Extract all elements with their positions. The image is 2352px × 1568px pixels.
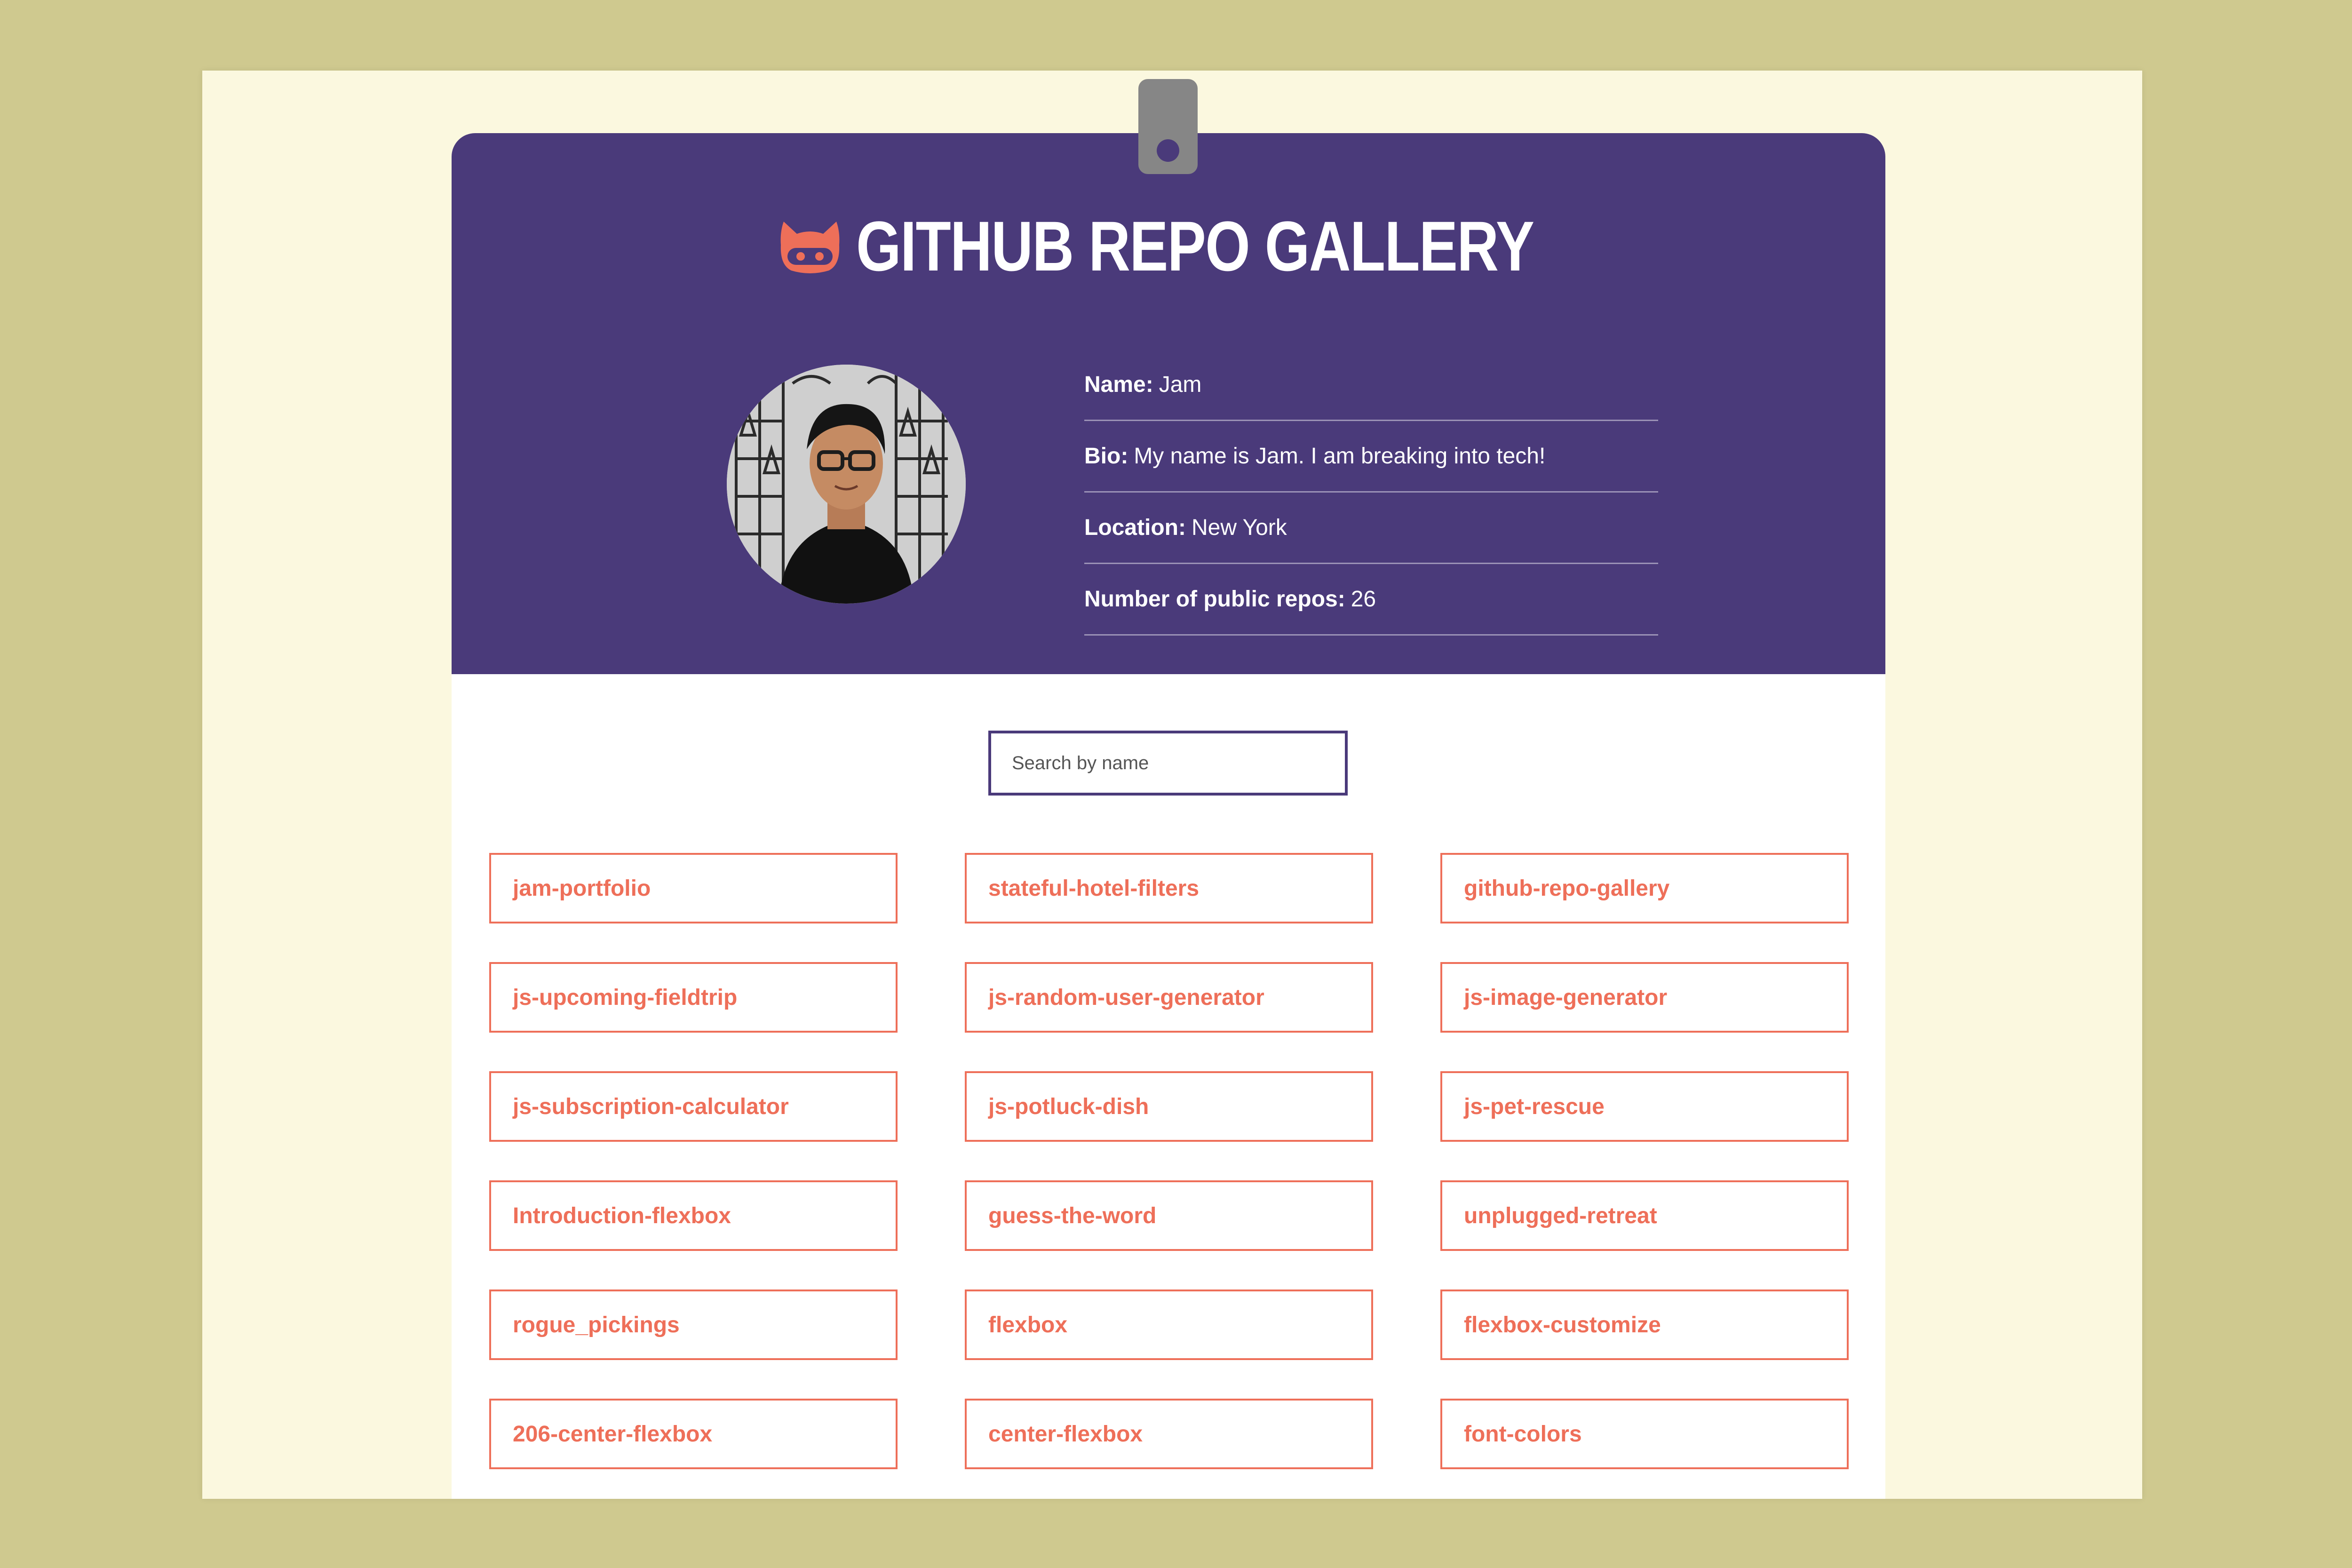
repos-count-label: Number of public repos:: [1084, 587, 1345, 612]
profile-location-row: Location: New York: [1084, 493, 1658, 564]
profile-repos-row: Number of public repos: 26: [1084, 564, 1658, 636]
bio-label: Bio:: [1084, 444, 1128, 469]
search-box: [988, 731, 1348, 796]
location-value: New York: [1191, 515, 1287, 540]
github-octocat-icon: [780, 222, 840, 273]
gallery-card: GITHUB REPO GALLERY Name: Jam Bio: My na…: [452, 133, 1885, 1499]
repo-item[interactable]: jam-portfolio: [489, 853, 898, 923]
repo-item[interactable]: font-colors: [1440, 1399, 1849, 1469]
name-label: Name:: [1084, 372, 1153, 397]
location-label: Location:: [1084, 515, 1186, 540]
title-row: GITHUB REPO GALLERY: [452, 199, 1885, 293]
repo-item[interactable]: Introduction-flexbox: [489, 1180, 898, 1251]
repo-list: jam-portfolio stateful-hotel-filters git…: [489, 853, 1849, 1469]
bio-value: My name is Jam. I am breaking into tech!: [1134, 444, 1546, 469]
repo-item[interactable]: js-pet-rescue: [1440, 1071, 1849, 1142]
repo-item[interactable]: js-image-generator: [1440, 962, 1849, 1033]
search-input[interactable]: [991, 733, 1345, 793]
repo-item[interactable]: guess-the-word: [965, 1180, 1373, 1251]
repo-item[interactable]: flexbox-customize: [1440, 1289, 1849, 1360]
repo-item[interactable]: unplugged-retreat: [1440, 1180, 1849, 1251]
repo-item[interactable]: rogue_pickings: [489, 1289, 898, 1360]
avatar: [727, 365, 966, 604]
repo-item[interactable]: js-upcoming-fieldtrip: [489, 962, 898, 1033]
badge-clip: [1138, 79, 1198, 174]
repo-item[interactable]: js-subscription-calculator: [489, 1071, 898, 1142]
repo-item[interactable]: github-repo-gallery: [1440, 853, 1849, 923]
profile-info: Name: Jam Bio: My name is Jam. I am brea…: [1084, 350, 1658, 636]
avatar-photo: [727, 365, 966, 604]
profile-name-row: Name: Jam: [1084, 350, 1658, 421]
repo-item[interactable]: stateful-hotel-filters: [965, 853, 1373, 923]
repo-item[interactable]: center-flexbox: [965, 1399, 1373, 1469]
name-value: Jam: [1159, 372, 1202, 397]
repos-count-value: 26: [1351, 587, 1376, 612]
profile-header: GITHUB REPO GALLERY Name: Jam Bio: My na…: [452, 133, 1885, 674]
badge-clip-hole: [1157, 139, 1179, 162]
repo-item[interactable]: flexbox: [965, 1289, 1373, 1360]
page-title: GITHUB REPO GALLERY: [856, 206, 1534, 286]
profile-bio-row: Bio: My name is Jam. I am breaking into …: [1084, 421, 1658, 493]
repo-item[interactable]: 206-center-flexbox: [489, 1399, 898, 1469]
repo-item[interactable]: js-random-user-generator: [965, 962, 1373, 1033]
repo-item[interactable]: js-potluck-dish: [965, 1071, 1373, 1142]
